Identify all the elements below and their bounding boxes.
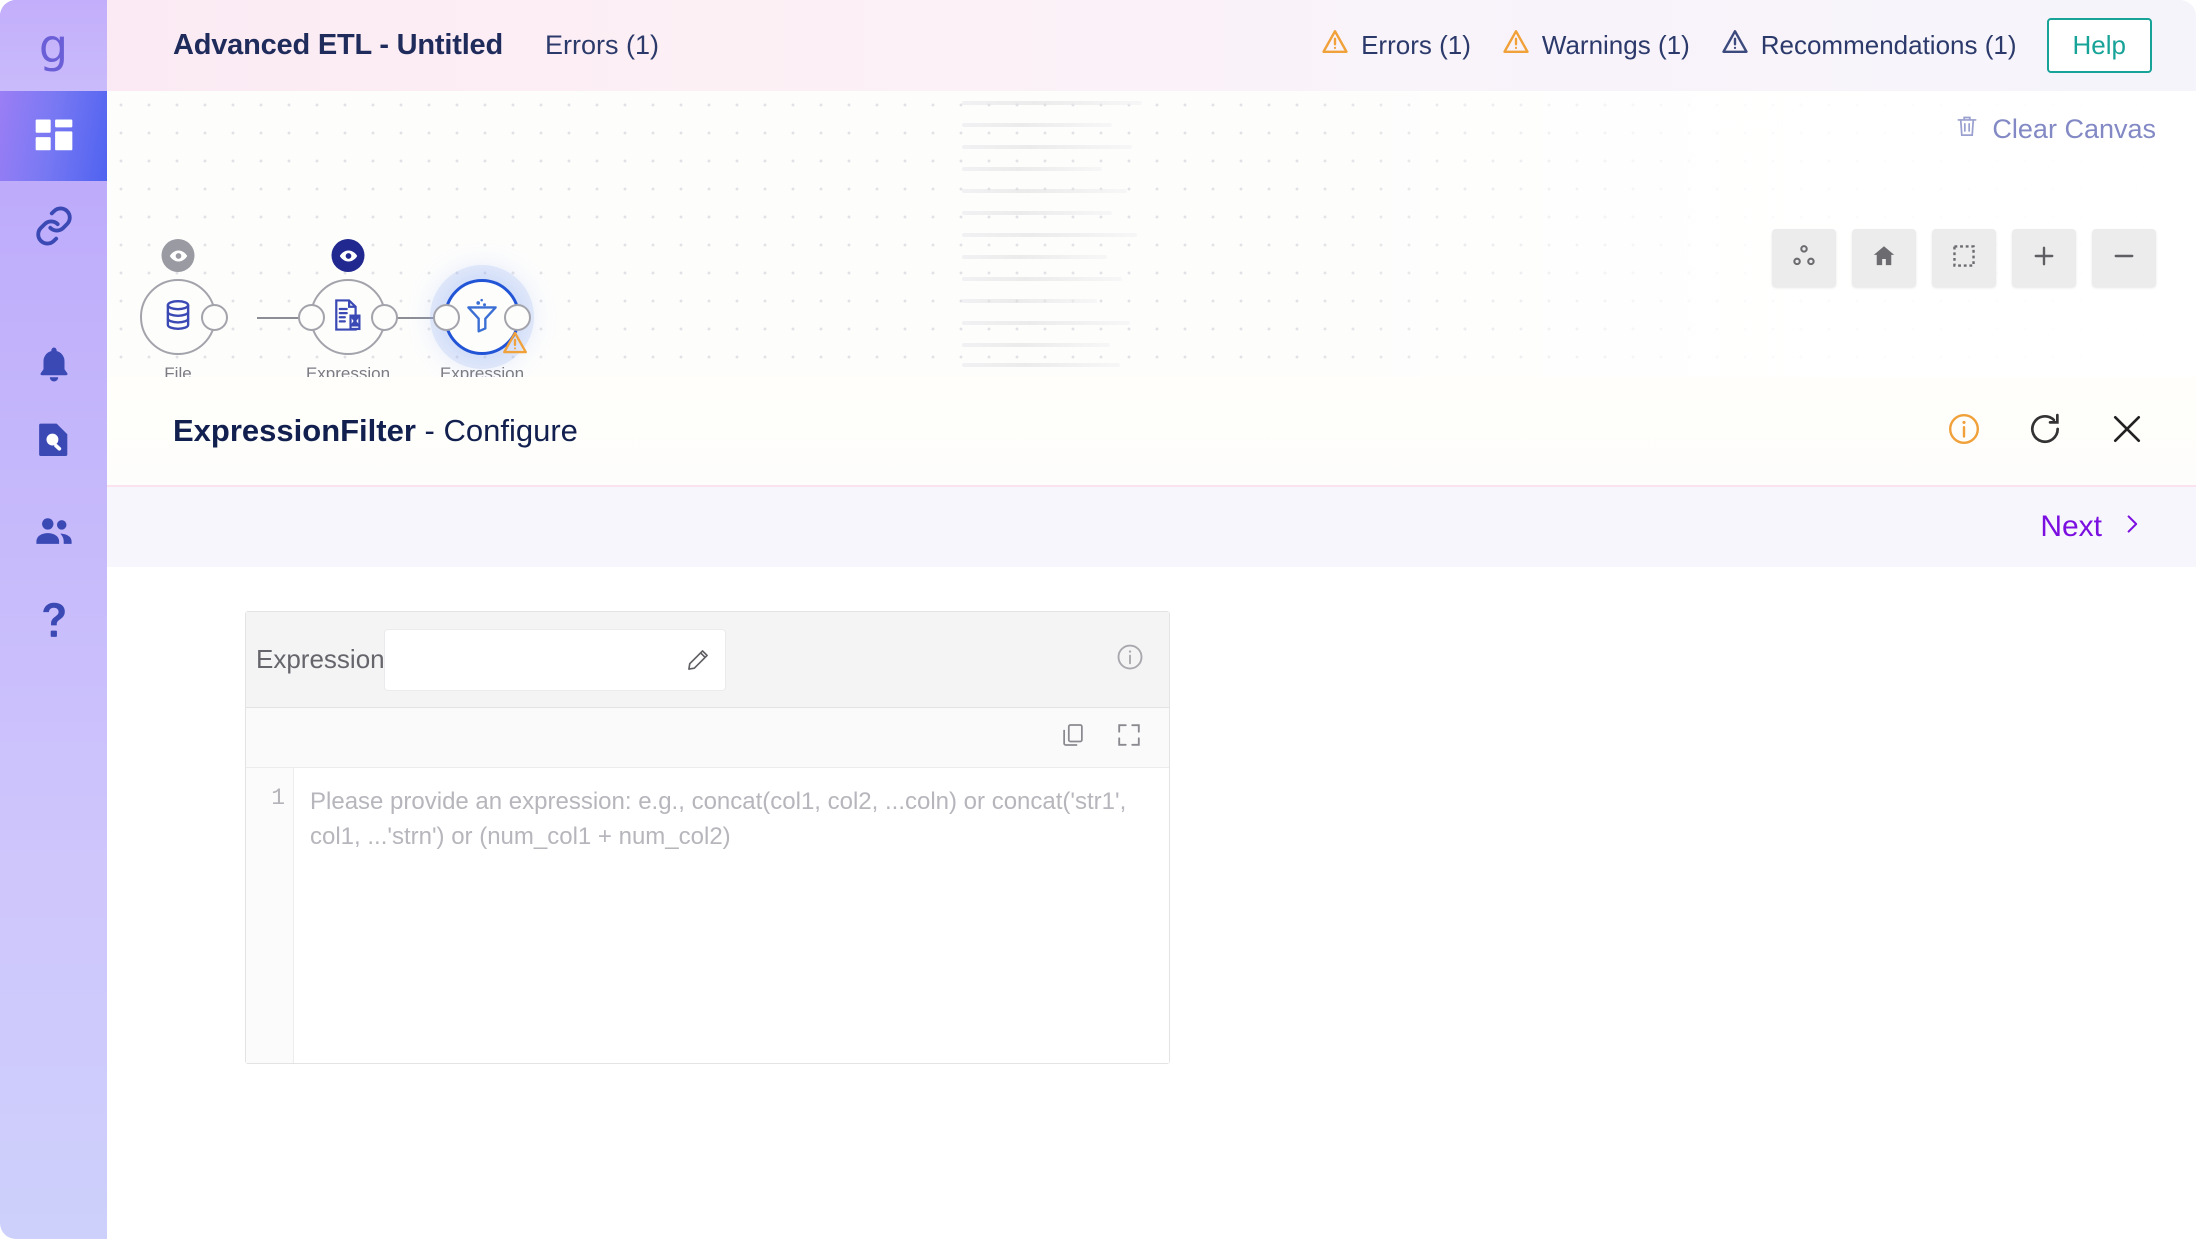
bell-icon [33,343,75,385]
dashboard-icon [32,114,76,158]
pencil-icon[interactable] [685,647,711,678]
node-input-port[interactable] [433,303,460,331]
canvas-node-file[interactable]: File [140,239,228,377]
close-icon[interactable] [2108,410,2146,453]
funnel-icon [463,296,501,339]
sidebar-item-explore[interactable] [0,394,107,484]
recommendations-label: Recommendations (1) [1760,30,2017,60]
eye-icon[interactable] [161,239,195,272]
app-root: g Advanced ETL - Untitled Errors (1) Err… [0,0,2196,1239]
plus-icon [2031,243,2057,274]
eye-icon[interactable] [331,239,365,272]
canvas-node-expression-evaluator[interactable]: Expression Evaluator [298,239,398,377]
node-label: Expression Evaluator [306,363,390,377]
node-output-port[interactable] [504,303,531,331]
logo-glyph: g [38,18,69,73]
node-circle[interactable] [140,239,228,355]
gathr-logo[interactable]: g [0,0,107,91]
node-label: File [164,364,192,377]
node-circle[interactable] [433,279,531,355]
expression-editor-container: Expression 1 Please provide an expressio… [245,611,1170,1064]
recommendations-chip[interactable]: Recommendations (1) [1720,27,2017,64]
panel-title: ExpressionFilter - Configure [173,413,578,449]
copy-icon[interactable] [1059,721,1087,754]
document-search-icon [33,418,75,460]
ghost-panel-placeholder [942,91,1202,377]
fit-selection-button[interactable] [1932,229,1996,287]
refresh-icon[interactable] [2026,410,2064,453]
canvas-toolbar [1772,229,2156,287]
panel-title-bold: ExpressionFilter [173,413,416,448]
sidebar: g [0,0,107,1239]
next-button[interactable]: Next [2040,510,2144,544]
link-icon [32,204,76,248]
sidebar-item-connections[interactable] [0,181,107,271]
configure-panel: ExpressionFilter - Configure Next Expres… [107,377,2196,1239]
node-label: Expression Filter [440,363,524,377]
editor-toolbar [246,708,1169,768]
auto-layout-button[interactable] [1772,229,1836,287]
info-circle-icon[interactable] [1946,411,1982,452]
errors-chip[interactable]: Errors (1) [1320,27,1471,64]
code-editor[interactable]: 1 Please provide an expression: e.g., co… [246,768,1169,1063]
warning-triangle-icon [1501,27,1531,64]
canvas-node-expression-filter[interactable]: Expression Filter [433,279,531,377]
trash-icon [1954,113,1980,146]
expression-input-wrapper[interactable] [384,628,726,691]
editor-placeholder-text[interactable]: Please provide an expression: e.g., conc… [294,768,1169,1063]
expression-field-row: Expression [246,612,1169,708]
question-mark-icon [32,598,76,642]
home-button[interactable] [1852,229,1916,287]
panel-header-actions [1946,410,2146,453]
node-output-port[interactable] [371,303,398,331]
node-input-port[interactable] [298,303,325,331]
node-circle[interactable] [298,239,398,355]
dashed-square-icon [1951,243,1977,274]
recommendation-triangle-icon [1720,27,1750,64]
zoom-in-button[interactable] [2012,229,2076,287]
home-icon [1871,243,1897,274]
warning-triangle-icon [1320,27,1350,64]
expression-input[interactable] [385,629,665,690]
panel-header: ExpressionFilter - Configure [107,377,2196,485]
sidebar-item-dashboard[interactable] [0,91,107,181]
people-icon [32,510,76,554]
warning-triangle-icon [501,329,529,362]
warnings-label: Warnings (1) [1541,30,1690,60]
zoom-out-button[interactable] [2092,229,2156,287]
database-icon [159,296,197,339]
expand-icon[interactable] [1115,721,1143,754]
configure-form: Expression 1 Please provide an expressio… [107,567,2196,1064]
node-label-line1: Expression [439,364,525,377]
panel-title-rest: - Configure [415,413,578,448]
graph-nodes-icon [1791,243,1817,274]
errors-label: Errors (1) [1361,30,1471,60]
field-info-icon[interactable] [1115,642,1145,677]
sidebar-item-help[interactable] [0,575,107,665]
node-output-port[interactable] [201,303,228,331]
warnings-chip[interactable]: Warnings (1) [1501,27,1690,64]
document-hourglass-icon [329,296,367,339]
pipeline-canvas[interactable]: File Expression Expression Clear Canvas [107,91,2196,377]
expression-label: Expression [256,644,385,674]
next-label: Next [2040,510,2102,543]
page-title: Advanced ETL - Untitled [173,29,504,61]
help-button[interactable]: Help [2046,18,2152,73]
sidebar-item-users[interactable] [0,487,107,577]
header-status-group: Errors (1) Warnings (1) Recommendations … [1320,18,2152,73]
panel-next-bar: Next [107,485,2196,567]
chevron-right-icon [2120,510,2144,544]
minus-icon [2111,243,2137,274]
app-header: Advanced ETL - Untitled Errors (1) Error… [107,0,2196,91]
node-label-line1: Expression [305,364,391,377]
clear-canvas-button[interactable]: Clear Canvas [1954,113,2156,146]
clear-canvas-label: Clear Canvas [1992,114,2156,144]
header-errors-summary[interactable]: Errors (1) [545,30,659,61]
editor-line-number: 1 [246,768,294,1063]
